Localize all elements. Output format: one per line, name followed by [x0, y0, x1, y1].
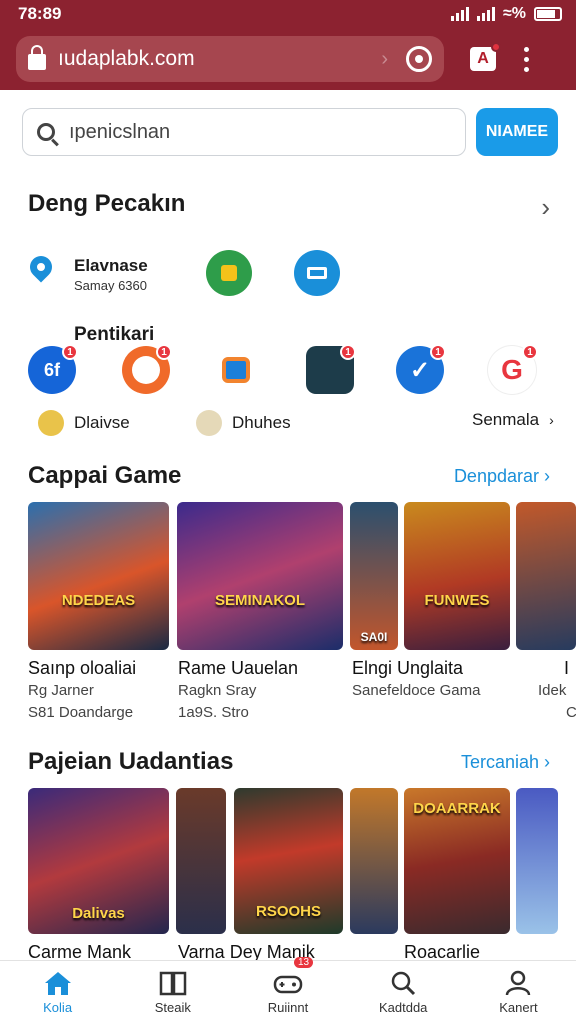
reload-icon[interactable]	[406, 46, 432, 72]
bottom-nav: Kolia Steaik 13 Ruiinnt Kadtdda Kanert	[0, 957, 576, 1024]
app-face-icon[interactable]: 1	[122, 344, 172, 394]
search-row: ıpenicslnan NIAMEE	[22, 108, 558, 156]
nav-home[interactable]: Kolia	[0, 961, 115, 1024]
nav-badge: 13	[294, 957, 314, 968]
game-sub: Idek	[538, 682, 567, 699]
status-bar: 78:89 ≈%	[0, 0, 576, 28]
nav-search[interactable]: Kadtdda	[346, 961, 461, 1024]
notification-badge: 1	[430, 344, 446, 360]
card-icon[interactable]	[294, 250, 340, 296]
section3-title: Pajeian Uadantias	[28, 748, 234, 775]
game-card-9[interactable]	[350, 788, 398, 934]
see-all-link[interactable]: Senmala ›	[472, 410, 554, 430]
game-card-8[interactable]: RSOOHS	[234, 788, 343, 934]
maps-icon[interactable]	[206, 250, 252, 296]
wifi-icon: ≈%	[502, 5, 526, 22]
app-g-icon[interactable]: G1	[488, 344, 538, 394]
signal-icon-2	[476, 7, 495, 21]
chip-2[interactable]: Dhuhes	[196, 410, 291, 436]
location-sub: Samay 6360	[74, 278, 147, 293]
nav-profile[interactable]: Kanert	[461, 961, 576, 1024]
game-title[interactable]: Rame Uauelan	[178, 658, 298, 679]
app-check-icon[interactable]: ✓ 1	[396, 344, 446, 394]
game-title[interactable]: Saınp oloaliai	[28, 658, 136, 679]
notification-badge: 1	[62, 344, 78, 360]
game-card-11[interactable]	[516, 788, 558, 934]
home-icon	[44, 972, 71, 995]
controller-icon	[273, 975, 303, 994]
book-icon	[159, 971, 187, 996]
game-card-10[interactable]: DOAARRAK	[404, 788, 510, 934]
game-card-6[interactable]: Dalivas	[28, 788, 169, 934]
notification-badge: 1	[522, 344, 538, 360]
signal-icon	[450, 7, 469, 21]
search-input[interactable]: ıpenicslnan	[22, 108, 466, 156]
location-name[interactable]: Elavnase	[74, 256, 148, 276]
search-button[interactable]: NIAMEE	[476, 108, 558, 156]
lock-icon	[28, 45, 46, 70]
browser-toolbar: ıudaplabk.com › A	[0, 28, 576, 90]
nav-label: Kanert	[499, 1000, 538, 1015]
game-sub: Rg Jarner	[28, 682, 94, 699]
app-6f-icon[interactable]: 6f 1	[28, 344, 78, 394]
game-sub: Ragkn Sray	[178, 682, 257, 699]
game-title[interactable]: I	[564, 658, 569, 679]
section3-more-link[interactable]: Tercaniah ›	[461, 752, 550, 773]
battery-icon	[534, 7, 562, 21]
profile-icon	[506, 970, 531, 996]
status-time: 78:89	[18, 4, 62, 23]
game-title[interactable]: Elngi Unglaita	[352, 658, 463, 679]
game-card-3[interactable]: SA0I	[350, 502, 398, 650]
chevron-right-icon: ›	[381, 47, 388, 70]
section2-more-link[interactable]: Denpdarar ›	[454, 466, 550, 487]
address-bar[interactable]: ıudaplabk.com ›	[16, 36, 444, 82]
nav-label: Kolia	[43, 1000, 73, 1015]
game-card-7[interactable]	[176, 788, 226, 934]
app-game-icon[interactable]: 1	[306, 344, 356, 394]
chip-icon	[196, 410, 222, 436]
chip-icon	[38, 410, 64, 436]
tabs-icon[interactable]: A	[470, 42, 501, 71]
notification-badge: 1	[340, 344, 356, 360]
game-sub: S81 Doandarge	[28, 704, 134, 721]
notification-badge: 1	[156, 344, 172, 360]
app-doc-icon[interactable]	[212, 346, 260, 394]
chip-1[interactable]: Dlaivse	[38, 410, 130, 436]
search-icon	[37, 123, 55, 141]
nav-label: Steaik	[154, 1000, 191, 1015]
location-pin-icon	[25, 251, 57, 283]
game-card-1[interactable]: NDEDEAS	[28, 502, 169, 650]
search-placeholder: ıpenicslnan	[69, 120, 171, 143]
search-icon	[391, 971, 416, 996]
chevron-right-icon[interactable]: ›	[541, 192, 550, 223]
game-card-2[interactable]: SEMINAKOL	[177, 502, 343, 650]
nav-label: Kadtdda	[378, 1000, 428, 1015]
game-sub: C	[566, 704, 576, 721]
nav-games[interactable]: 13 Ruiinnt	[230, 957, 345, 1024]
game-sub: 1a9S. Stro	[178, 704, 249, 721]
section1-sub-label: Pentikari	[74, 324, 155, 345]
url-text: ıudaplabk.com	[58, 47, 195, 70]
game-card-5[interactable]	[516, 502, 576, 650]
menu-icon[interactable]	[524, 46, 529, 72]
nav-label: Ruiinnt	[267, 1000, 309, 1015]
status-icons: ≈%	[450, 5, 562, 23]
section2-title: Cappai Game	[28, 462, 182, 489]
game-card-4[interactable]: FUNWES	[404, 502, 510, 650]
nav-store[interactable]: Steaik	[115, 961, 230, 1024]
game-sub: Sanefeldoce Gama	[352, 682, 481, 699]
section1-title: Deng Pecakın	[28, 190, 186, 217]
